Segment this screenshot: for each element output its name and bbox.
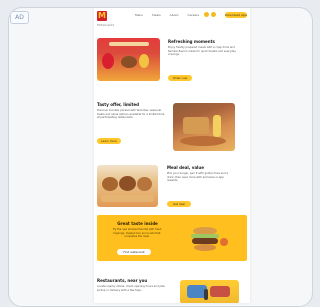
restaurant-image [180,280,239,303]
get-deal-button[interactable]: Get deal [167,201,191,207]
section-5-body: Locate nearby stores, check opening hour… [97,285,166,292]
meal-deal-image [97,165,158,207]
bun-bottom-shape [194,244,216,251]
download-app-button[interactable]: Download App [225,12,247,18]
offer-image [173,103,235,151]
promo-burger-image [177,219,237,257]
section-3-title: Meal deal, value [167,165,204,170]
burger-right-shape [137,177,152,191]
banner-strip [109,42,149,46]
section-3-body: Pick your burger, pair it with golden fr… [167,172,229,183]
corner-badge: AD [10,11,29,24]
plate-shape [101,195,154,202]
fries-shape [139,54,149,68]
promo-title: Great taste inside [117,221,158,226]
section-2-title: Tasty offer, limited [97,102,139,107]
section-2-copy: Tasty offer, limited Discover bundles pa… [97,102,165,146]
screenshot-frame: AD M McDonald's Menu Deals About Careers… [8,7,313,307]
marketing-page: M McDonald's Menu Deals About Careers Do… [94,8,250,303]
promo-body: Try the new stacked favorite with fresh … [112,228,162,238]
drink-shape [102,53,114,69]
promo-banner: Great taste inside Try the new stacked f… [97,215,247,261]
nav-item-menu[interactable]: Menu [135,13,143,17]
header-icon-group [204,12,216,17]
nav-item-about[interactable]: About [170,13,179,17]
top-nav: Menu Deals About Careers [135,13,199,17]
section-5-title: Restaurants, near you [97,278,148,283]
search-icon[interactable] [204,12,209,17]
burger-shape [121,56,137,68]
section-2-body: Discover bundles packed with favorites, … [97,109,165,120]
hero-food-image [97,38,160,81]
section-5-copy: Restaurants, near you Locate nearby stor… [97,278,169,303]
section-refreshing-moments: Refreshing moments Enjoy freshly prepare… [94,38,250,88]
nav-item-careers[interactable]: Careers [188,13,200,17]
logo-letter: M [98,11,106,20]
cup-shape [213,115,221,137]
window-shape [210,286,230,297]
sauce-shape [220,238,228,246]
section-1-title: Refreshing moments [168,39,215,44]
nav-item-deals[interactable]: Deals [152,13,160,17]
section-tasty-offer: Tasty offer, limited Discover bundles pa… [94,97,250,152]
section-great-taste: Great taste inside Try the new stacked f… [94,215,250,269]
brand-text: McDonald's [97,23,115,27]
logo-mark[interactable]: M [97,11,107,21]
page-header: M McDonald's Menu Deals About Careers Do… [94,8,250,34]
find-restaurant-button[interactable]: Find restaurant [117,249,151,255]
burger-middle-shape [119,176,136,191]
burger-left-shape [102,177,118,191]
section-1-copy: Refreshing moments Enjoy freshly prepare… [168,39,236,83]
person-shape [204,289,208,300]
section-meal-deal: Meal deal, value Pick your burger, pair … [94,157,250,212]
food-box-shape [183,117,209,134]
section-1-body: Enjoy freshly prepared meals with a cris… [168,46,236,57]
tray-shape [180,136,226,146]
section-restaurants: Restaurants, near you Locate nearby stor… [94,269,250,303]
order-now-button[interactable]: Order now [168,75,192,81]
account-icon[interactable] [211,12,216,17]
learn-more-button[interactable]: Learn more [97,138,121,144]
section-3-copy: Meal deal, value Pick your burger, pair … [167,165,235,209]
